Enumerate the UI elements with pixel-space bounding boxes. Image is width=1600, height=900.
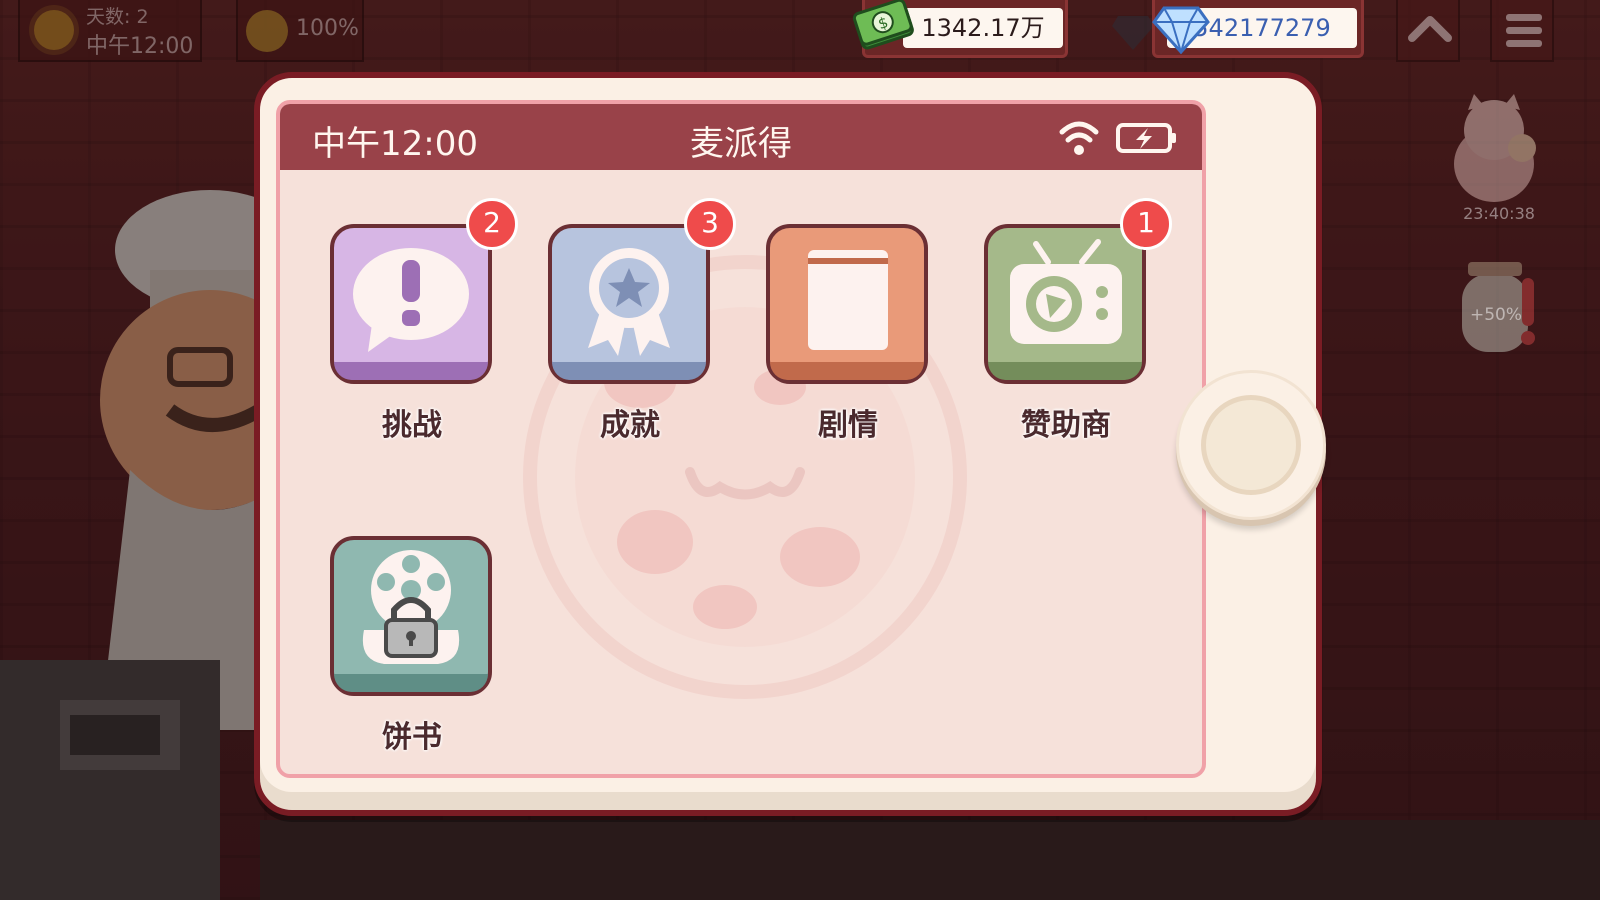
menu-button[interactable] [1490,0,1554,62]
book-icon [808,250,888,350]
tile-shade [334,362,488,380]
tip-jar-bonus: +50% [1470,305,1523,325]
app-sponsor[interactable] [984,224,1146,386]
day-time-panel: 天数: 2 中午12:00 [18,0,202,62]
wifi-icon [1059,121,1099,155]
app-achievements-tile[interactable] [548,224,710,384]
clock-time: 中午12:00 [86,34,194,59]
app-challenge-tile[interactable] [330,224,492,384]
app-pizza-book-label: 饼书 [382,720,442,755]
app-story-label: 剧情 [818,408,878,443]
app-story-tile[interactable] [766,224,928,384]
smile-icon [246,10,288,52]
achievements-badge: 3 [684,198,736,250]
lucky-cat-timer: 23:40:38 [1463,204,1535,223]
tile-shade [988,362,1142,380]
home-button[interactable] [1176,370,1326,520]
app-challenge-label: 挑战 [382,408,442,443]
lucky-cat-icon[interactable] [1444,94,1544,204]
app-challenge[interactable] [330,224,492,386]
chevron-up-icon [1408,16,1452,42]
app-story[interactable] [766,224,928,386]
sponsor-badge: 1 [1120,198,1172,250]
money-value: 1342.17万 [903,8,1063,48]
app-pizza-book[interactable] [330,536,492,698]
tile-shade [334,674,488,692]
tile-shade [552,362,706,380]
sun-icon [34,10,74,50]
mood-panel: 100% [236,0,364,62]
gem-icon [1152,6,1210,54]
app-sponsor-tile[interactable] [984,224,1146,384]
award-star-icon [588,248,670,356]
mood-percent: 100% [296,16,359,41]
app-achievements[interactable] [548,224,710,386]
gem-shadow-icon [1112,16,1154,50]
speech-exclamation-icon [353,248,469,352]
collapse-button[interactable] [1396,0,1460,62]
tv-pizza-icon [1010,239,1122,344]
app-achievements-label: 成就 [600,408,660,443]
challenge-badge: 2 [466,198,518,250]
day-counter: 天数: 2 [86,6,149,28]
game-scene: 天数: 2 中午12:00 100% 1342.17万 $ 542177279 [0,0,1600,900]
tile-shade [770,362,924,380]
battery-icon [1116,123,1176,153]
status-bar: 中午12:00 麦派得 [280,104,1202,170]
home-button-inner [1201,395,1301,495]
menu-icon [1506,14,1542,47]
film-lock-icon [362,550,460,664]
app-pizza-book-tile[interactable] [330,536,492,696]
app-sponsor-label: 赞助商 [1021,408,1111,443]
